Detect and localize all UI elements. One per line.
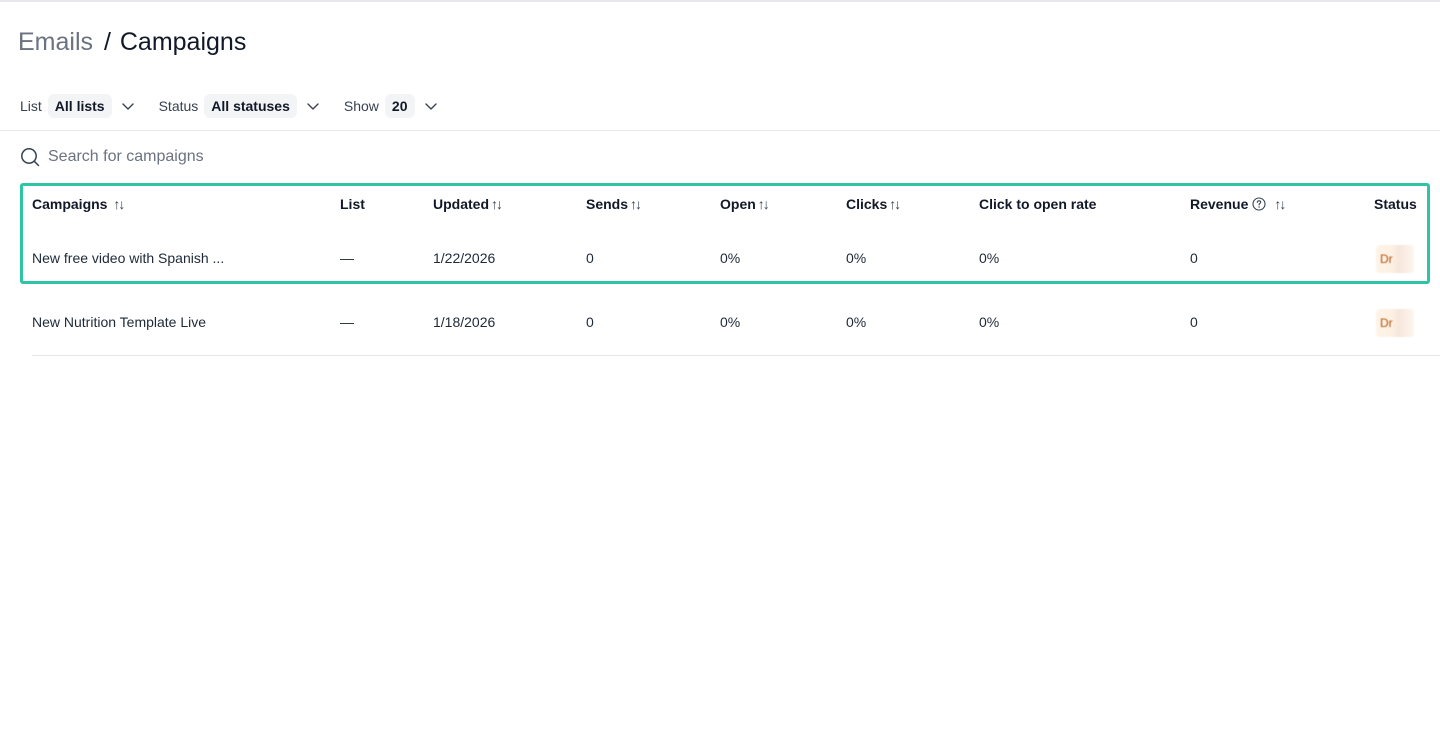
list-filter-value[interactable]: All lists <box>47 94 112 118</box>
page-title: Campaigns <box>119 28 247 56</box>
column-header-sends[interactable]: Sends ↑↓ <box>586 196 642 212</box>
campaign-click-to-open-rate: 0% <box>979 250 1000 266</box>
chevron-down-icon[interactable] <box>121 99 135 113</box>
column-header-clicks-label: Clicks <box>846 196 888 212</box>
status-filter-label: Status <box>158 98 199 114</box>
column-header-revenue-label: Revenue <box>1190 196 1249 212</box>
row-divider <box>32 355 1440 356</box>
chevron-down-icon[interactable] <box>306 99 320 113</box>
campaign-sends: 0 <box>586 314 594 330</box>
column-header-sends-label: Sends <box>586 196 629 212</box>
status-badge: Dr <box>1376 309 1414 337</box>
chevron-down-icon[interactable] <box>424 99 438 113</box>
campaign-name[interactable]: New Nutrition Template Live <box>32 314 206 330</box>
campaign-clicks: 0% <box>846 314 867 330</box>
breadcrumb: Emails / Campaigns <box>18 27 246 57</box>
column-header-updated[interactable]: Updated ↑↓ <box>433 196 503 212</box>
help-circle-icon[interactable] <box>1252 197 1266 211</box>
campaign-open: 0% <box>720 314 741 330</box>
table-row[interactable]: New Nutrition Template Live — 1/18/2026 … <box>0 309 1440 337</box>
sort-icon[interactable]: ↑↓ <box>630 196 642 212</box>
column-header-updated-label: Updated <box>433 196 489 212</box>
campaign-updated: 1/18/2026 <box>433 314 496 330</box>
column-header-campaigns[interactable]: Campaigns ↑↓ <box>32 196 125 212</box>
top-border <box>0 0 1440 2</box>
search-bar <box>20 145 448 169</box>
campaign-sends: 0 <box>586 250 594 266</box>
column-header-click-to-open-rate: Click to open rate <box>979 196 1097 212</box>
list-filter-label: List <box>20 98 42 114</box>
sort-icon[interactable]: ↑↓ <box>758 196 770 212</box>
table-header: Campaigns ↑↓ List Updated ↑↓ Sends ↑↓ Open… <box>0 196 1440 216</box>
column-header-revenue[interactable]: Revenue ↑↓ <box>1190 196 1286 212</box>
filter-bar: List All lists Status All statuses Show … <box>20 92 462 120</box>
breadcrumb-separator: / <box>103 28 111 56</box>
breadcrumb-emails-link[interactable]: Emails <box>18 28 93 56</box>
sort-icon[interactable]: ↑↓ <box>113 196 125 212</box>
sort-icon[interactable]: ↑↓ <box>1274 196 1286 212</box>
table-row[interactable]: New free video with Spanish ... — 1/22/2… <box>0 245 1440 273</box>
status-badge: Dr <box>1376 245 1414 273</box>
status-filter-value[interactable]: All statuses <box>204 94 297 118</box>
campaign-list: — <box>340 250 354 266</box>
list-filter[interactable]: List All lists <box>20 94 135 118</box>
sort-icon[interactable]: ↑↓ <box>889 196 901 212</box>
campaign-updated: 1/22/2026 <box>433 250 496 266</box>
campaign-revenue: 0 <box>1190 250 1198 266</box>
campaign-revenue: 0 <box>1190 314 1198 330</box>
campaign-name[interactable]: New free video with Spanish ... <box>32 250 224 266</box>
column-header-status: Status <box>1374 196 1417 212</box>
column-header-open[interactable]: Open ↑↓ <box>720 196 770 212</box>
campaign-open: 0% <box>720 250 741 266</box>
column-header-campaigns-label: Campaigns <box>32 196 108 212</box>
column-header-open-label: Open <box>720 196 756 212</box>
campaign-click-to-open-rate: 0% <box>979 314 1000 330</box>
search-icon <box>20 147 40 167</box>
show-filter[interactable]: Show 20 <box>344 94 438 118</box>
search-input[interactable] <box>48 148 448 166</box>
column-header-clicks[interactable]: Clicks ↑↓ <box>846 196 901 212</box>
status-filter[interactable]: Status All statuses <box>159 94 320 118</box>
show-filter-label: Show <box>343 98 379 114</box>
campaign-clicks: 0% <box>846 250 867 266</box>
campaign-list: — <box>340 314 354 330</box>
sort-icon[interactable]: ↑↓ <box>491 196 503 212</box>
column-header-list: List <box>340 196 365 212</box>
filter-divider <box>0 130 1440 131</box>
show-filter-value[interactable]: 20 <box>384 94 415 118</box>
